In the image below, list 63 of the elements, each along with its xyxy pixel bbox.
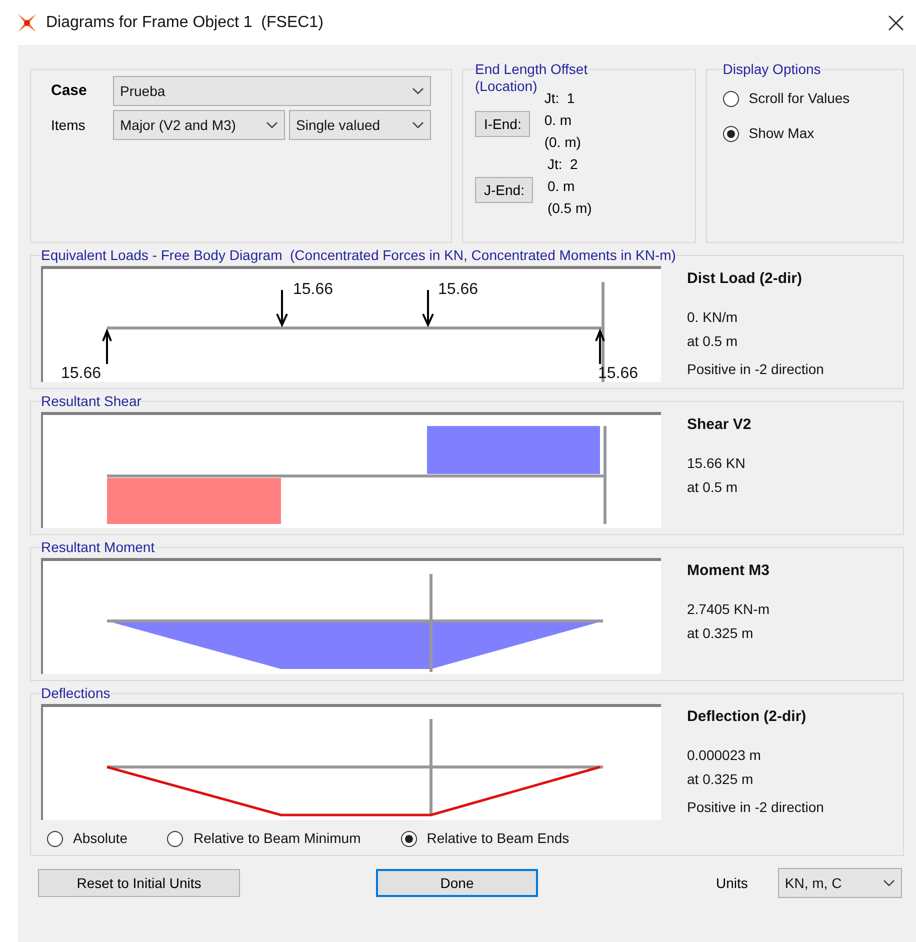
end-button[interactable]: J-End: xyxy=(475,177,534,203)
down-arrow-icon xyxy=(276,290,288,328)
info-title: Deflection (2-dir) xyxy=(687,707,808,727)
info-title: Shear V2 xyxy=(687,415,752,435)
joint-label: Jt: 1 xyxy=(544,89,576,108)
dropdown[interactable]: Prueba xyxy=(113,76,431,106)
up-arrow-icon xyxy=(595,328,605,364)
info-value: at 0.325 m xyxy=(687,770,754,788)
app-logo-icon xyxy=(16,12,38,34)
info-note: Positive in -2 direction xyxy=(687,798,824,816)
info-value: at 0.325 m xyxy=(687,624,754,642)
panel-title: Deflections xyxy=(41,684,110,703)
location-value: (0.5 m) xyxy=(547,199,592,218)
end-button[interactable]: I-End: xyxy=(475,111,530,137)
dropdown[interactable]: Major (V2 and M3) xyxy=(113,110,285,140)
dropdown[interactable]: Single valued xyxy=(289,110,431,140)
info-value: at 0.5 m xyxy=(687,478,739,496)
radio-button[interactable] xyxy=(47,830,63,846)
chevron-down-icon xyxy=(412,121,424,129)
radio-label[interactable]: Relative to Beam Minimum xyxy=(193,828,361,849)
panel-title: Resultant Moment xyxy=(41,538,155,557)
joint-label: Jt: 2 xyxy=(547,155,579,174)
force-value: 15.66 xyxy=(61,365,102,382)
panel-title: Resultant Shear xyxy=(41,392,142,411)
offset-value: 0. m xyxy=(544,111,573,130)
info-value: 15.66 KN xyxy=(687,454,746,472)
offset-value: 0. m xyxy=(547,177,576,196)
case-label: Case xyxy=(51,80,88,101)
items-label: Items xyxy=(51,116,86,134)
info-title: Moment M3 xyxy=(687,561,770,581)
info-value: 0.000023 m xyxy=(687,746,762,764)
chevron-down-icon xyxy=(882,879,895,887)
group-subtitle: (Location) xyxy=(475,77,538,96)
radio-button[interactable] xyxy=(400,830,417,846)
group-title: Display Options xyxy=(722,60,821,79)
reset-units-button[interactable]: Reset to Initial Units xyxy=(38,869,240,897)
dropdown[interactable]: KN, m, C xyxy=(778,868,902,898)
force-value: 15.66 xyxy=(438,281,478,298)
chevron-down-icon xyxy=(412,87,424,95)
info-value: 2.7405 KN-m xyxy=(687,600,770,618)
force-value: 15.66 xyxy=(293,281,334,298)
done-button[interactable]: Done xyxy=(376,869,538,897)
up-arrow-icon xyxy=(102,328,112,364)
radio-label[interactable]: Absolute xyxy=(73,828,128,849)
units-label: Units xyxy=(716,874,748,892)
window-title: Diagrams for Frame Object 1 (FSEC1) xyxy=(46,12,324,32)
info-value: 0. KN/m xyxy=(687,308,739,326)
down-arrow-icon xyxy=(422,290,434,328)
panel-title: Equivalent Loads - Free Body Diagram (Concentrated Forces in KN, Concentrated Moments in KN-m) xyxy=(41,246,676,265)
radio-label[interactable]: Scroll for Values xyxy=(748,88,850,109)
close-icon[interactable] xyxy=(888,14,904,30)
group-title: End Length Offset xyxy=(475,60,588,79)
radio-label[interactable]: Relative to Beam Ends xyxy=(426,828,570,849)
force-value: 15.66 xyxy=(598,365,638,382)
chevron-down-icon xyxy=(266,121,278,129)
radio-label[interactable]: Show Max xyxy=(748,123,814,144)
info-note: Positive in -2 direction xyxy=(687,360,824,378)
radio-button[interactable] xyxy=(722,126,739,142)
info-title: Dist Load (2-dir) xyxy=(687,269,803,289)
info-value: at 0.5 m xyxy=(687,332,739,350)
location-value: (0. m) xyxy=(544,133,581,152)
radio-button[interactable] xyxy=(167,830,184,846)
radio-button[interactable] xyxy=(722,90,739,106)
